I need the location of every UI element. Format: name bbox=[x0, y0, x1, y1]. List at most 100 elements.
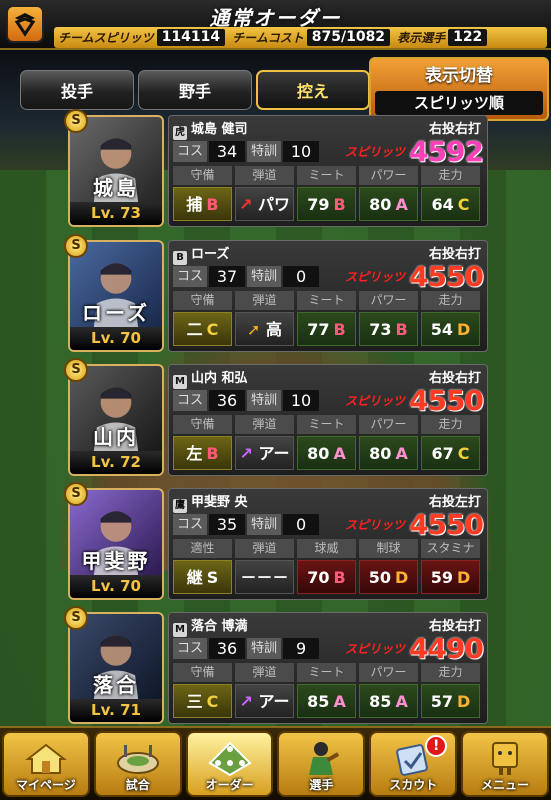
training-label: 特訓 bbox=[247, 514, 282, 535]
stat-cell: 三C bbox=[173, 684, 232, 718]
player-short-name: 甲斐野 bbox=[81, 549, 151, 573]
player-portrait[interactable]: 落合 Lv. 71 bbox=[68, 612, 164, 724]
cost-label: コス bbox=[173, 514, 208, 535]
stat-header: ミート bbox=[297, 166, 356, 185]
stat-header: 守備 bbox=[173, 663, 232, 682]
team-cost-label: チームコスト bbox=[232, 31, 304, 45]
stat-cell: ↗ パワ bbox=[235, 187, 294, 221]
tab-fielder[interactable]: 野手 bbox=[138, 70, 252, 110]
rank-s-icon: S bbox=[64, 482, 88, 506]
stat-cell: 64 C bbox=[421, 187, 480, 221]
player-card[interactable]: 城島 Lv. 73 S 虎城島 健司 右投右打 コス 34 特訓 10 スピリッ… bbox=[64, 109, 488, 227]
spirits-label: スピリッツ bbox=[345, 394, 406, 408]
stat-value: 59 bbox=[430, 568, 453, 587]
stat-value: 継 bbox=[186, 568, 203, 587]
stat-cell: 70 B bbox=[297, 560, 356, 594]
nav-game[interactable]: 試合 bbox=[93, 731, 182, 797]
stat-header: 弾道 bbox=[235, 166, 294, 185]
cost-label: コス bbox=[173, 141, 208, 162]
stat-header-row: 守備 弾道 ミート パワー 走力 bbox=[173, 291, 480, 310]
stat-value: 80 bbox=[369, 444, 392, 463]
stat-value: 77 bbox=[307, 320, 330, 339]
stat-value: 85 bbox=[369, 692, 392, 711]
nav-order[interactable]: オーダー bbox=[185, 731, 274, 797]
rank-s-icon: S bbox=[64, 109, 88, 133]
player-portrait[interactable]: 山内 Lv. 72 bbox=[68, 364, 164, 476]
spirits-value: 4592 bbox=[409, 135, 484, 168]
stat-cell: 二C bbox=[173, 312, 232, 346]
stat-grade: B bbox=[395, 320, 408, 339]
team-icon: 虎 bbox=[173, 126, 187, 140]
player-full-name: 山内 和弘 bbox=[191, 371, 248, 386]
nav-label: メニュー bbox=[481, 778, 530, 792]
stat-grade: C bbox=[206, 692, 219, 711]
stat-cell: 捕B bbox=[173, 187, 232, 221]
team-spirits-value: 114114 bbox=[156, 29, 226, 46]
stat-grade: C bbox=[206, 320, 219, 339]
training-label: 特訓 bbox=[247, 266, 282, 287]
menu-icon bbox=[492, 742, 519, 775]
stat-cell: 73 B bbox=[359, 312, 418, 346]
player-short-name: 落合 bbox=[93, 673, 139, 697]
trajectory-arrow-icon: ↗ bbox=[239, 444, 253, 463]
tab-bench[interactable]: 控え bbox=[256, 70, 370, 110]
trajectory-arrow-icon: ↗ bbox=[239, 195, 253, 214]
stat-value: 54 bbox=[430, 320, 453, 339]
stat-value: 三 bbox=[186, 692, 203, 711]
nav-players[interactable]: 選手 bbox=[277, 731, 366, 797]
cost-value: 37 bbox=[209, 266, 246, 287]
stat-value: アー bbox=[258, 692, 290, 711]
player-card[interactable]: 甲斐野 Lv. 70 S 鷹甲斐野 央 右投左打 コス 35 特訓 0 スピリッ… bbox=[64, 482, 488, 600]
stat-header: 弾道 bbox=[235, 415, 294, 434]
sort-toggle-button[interactable]: 表示切替 スピリッツ順 bbox=[369, 57, 549, 121]
nav-menu[interactable]: メニュー bbox=[461, 731, 549, 797]
rank-s-icon: S bbox=[64, 606, 88, 630]
stat-header: パワー bbox=[359, 291, 418, 310]
spirits-value: 4550 bbox=[409, 384, 484, 417]
stat-cell: 77 B bbox=[297, 312, 356, 346]
display-players-value: 122 bbox=[448, 29, 488, 46]
bottom-nav: マイページ 試合 オーダー 選手 スカウト ! メニュー bbox=[0, 726, 551, 800]
stat-header: 弾道 bbox=[235, 539, 294, 558]
nav-mypage[interactable]: マイページ bbox=[2, 731, 90, 797]
stat-grade: C bbox=[457, 444, 470, 463]
player-portrait[interactable]: 城島 Lv. 73 bbox=[68, 115, 164, 227]
spirits-value: 4490 bbox=[409, 632, 484, 665]
stat-cell: ➚ 高 bbox=[235, 312, 294, 346]
stat-header: パワー bbox=[359, 415, 418, 434]
player-portrait[interactable]: 甲斐野 Lv. 70 bbox=[68, 488, 164, 600]
stat-cell: 左B bbox=[173, 436, 232, 470]
player-level: Lv. 70 bbox=[70, 575, 162, 598]
stat-cell: 50 D bbox=[359, 560, 418, 594]
stat-grade: A bbox=[333, 444, 346, 463]
stat-cell: －－－ bbox=[235, 560, 294, 594]
player-card[interactable]: ローズ Lv. 70 S B ローズ 右投右打 コス 37 特訓 0 スピリッツ … bbox=[64, 234, 488, 352]
player-stat-panel: M 山内 和弘 右投右打 コス 36 特訓 10 スピリッツ 4550 守備 弾道ミ… bbox=[168, 364, 488, 476]
stat-value-row: 三 C ↗ アー 85 A 85 A 57 D bbox=[173, 684, 480, 718]
player-level: Lv. 70 bbox=[70, 327, 162, 350]
stat-cell: ↗ アー bbox=[235, 684, 294, 718]
spirits-value: 4550 bbox=[409, 260, 484, 293]
player-level: Lv. 71 bbox=[70, 699, 162, 722]
stat-grade: D bbox=[394, 568, 409, 587]
tab-pitcher[interactable]: 投手 bbox=[20, 70, 134, 110]
stat-grade: D bbox=[456, 568, 471, 587]
stat-header: 走力 bbox=[421, 291, 480, 310]
stat-grade: D bbox=[456, 320, 471, 339]
player-portrait[interactable]: ローズ Lv. 70 bbox=[68, 240, 164, 352]
stat-grade: B bbox=[333, 195, 346, 214]
player-full-name: 城島 健司 bbox=[191, 122, 248, 137]
player-stat-panel: B ローズ 右投右打 コス 37 特訓 0 スピリッツ 4550 守備 弾道 ミートパ… bbox=[168, 240, 488, 352]
rank-s-icon: S bbox=[64, 234, 88, 258]
team-icon: M bbox=[173, 623, 187, 637]
cost-value: 35 bbox=[209, 514, 246, 535]
player-card[interactable]: 落合 Lv. 71 S M 落合 博満 右投右打 コス 36 特訓 9 スピリッツ… bbox=[64, 606, 488, 724]
player-stat-panel: M 落合 博満 右投右打 コス 36 特訓 9 スピリッツ 4490 守備 弾道 ミー… bbox=[168, 612, 488, 724]
player-short-name: 城島 bbox=[93, 176, 139, 200]
display-players-label: 表示選手 bbox=[397, 31, 446, 45]
stat-value: 左 bbox=[186, 444, 203, 463]
stadium-icon bbox=[116, 745, 159, 774]
nav-scout[interactable]: スカウト ! bbox=[369, 731, 458, 797]
player-card[interactable]: 山内 Lv. 72 S M 山内 和弘 右投右打 コス 36 特訓 10 スピリッ… bbox=[64, 358, 488, 476]
cost-value: 36 bbox=[209, 390, 246, 411]
